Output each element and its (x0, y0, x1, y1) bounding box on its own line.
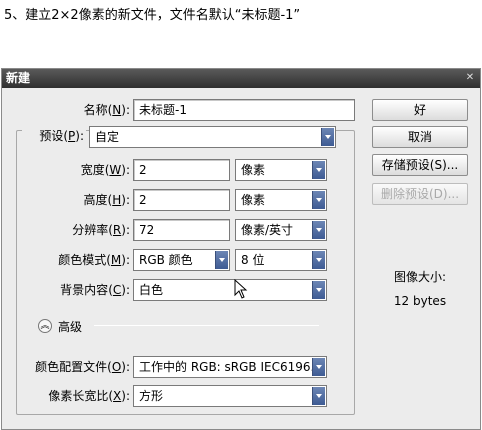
preset-label: 预设(P): (22, 126, 86, 146)
color-profile-key: O (111, 360, 122, 374)
close-icon[interactable]: ✕ (464, 72, 476, 84)
chevron-down-icon (312, 191, 325, 209)
width-input[interactable]: 2 (133, 159, 230, 181)
name-key: N (112, 103, 122, 117)
background-select[interactable]: 白色 (133, 279, 327, 301)
pixel-aspect-select[interactable]: 方形 (133, 385, 327, 407)
background-value: 白色 (139, 283, 164, 297)
color-mode-label: 颜色模式(M): (58, 253, 130, 267)
preset-value: 自定 (95, 130, 120, 144)
dialog-title: 新建 (6, 71, 31, 85)
background-key: C (112, 283, 122, 297)
save-preset-button[interactable]: 存储预设(S)... (372, 154, 468, 176)
collapse-icon[interactable]: ︽ (38, 319, 52, 333)
mouse-cursor-icon (234, 279, 248, 299)
color-mode-key: M (110, 253, 122, 267)
new-document-dialog: 新建 ✕ 名称(N): 未标题-1 预设(P): 自定 宽度(W): 2 像素 … (1, 68, 481, 430)
width-unit-select[interactable]: 像素 (235, 159, 327, 181)
color-mode-select[interactable]: RGB 颜色 (133, 249, 230, 271)
chevron-down-icon (215, 251, 228, 269)
height-label-text: 高度 (83, 193, 108, 207)
advanced-label[interactable]: 高级 (58, 317, 92, 337)
chevron-down-icon (321, 128, 334, 146)
resolution-key: R (112, 223, 122, 237)
resolution-unit-select[interactable]: 像素/英寸 (235, 219, 327, 241)
pixel-aspect-key: X (113, 389, 122, 403)
chevron-down-icon (312, 251, 325, 269)
cancel-button[interactable]: 取消 (372, 126, 468, 148)
width-key: W (109, 163, 122, 177)
pixel-aspect-value: 方形 (139, 389, 164, 403)
resolution-unit-value: 像素/英寸 (241, 223, 294, 237)
color-profile-select[interactable]: 工作中的 RGB: sRGB IEC6196... (133, 356, 327, 378)
preset-label-text: 预设 (39, 129, 64, 143)
pixel-aspect-label-text: 像素长宽比 (48, 389, 109, 403)
color-mode-label-text: 颜色模式 (58, 253, 107, 267)
chevron-down-icon (312, 161, 325, 179)
chevron-down-icon (312, 387, 325, 405)
chevron-down-icon (312, 281, 325, 299)
image-size-value: 12 bytes (393, 294, 447, 308)
background-label-text: 背景内容 (60, 283, 109, 297)
color-profile-label-text: 颜色配置文件 (35, 360, 108, 374)
color-profile-label: 颜色配置文件(O): (35, 360, 130, 374)
chevron-down-icon (312, 358, 325, 376)
width-label-text: 宽度 (80, 163, 105, 177)
height-unit-select[interactable]: 像素 (235, 189, 327, 211)
bit-depth-value: 8 位 (241, 253, 265, 267)
width-unit-value: 像素 (241, 163, 266, 177)
ok-button[interactable]: 好 (372, 99, 468, 121)
resolution-label: 分辨率(R): (72, 223, 130, 237)
pixel-aspect-label: 像素长宽比(X): (48, 389, 130, 403)
preset-key: P (68, 129, 76, 143)
name-label-text: 名称 (83, 103, 108, 117)
height-label: 高度(H): (83, 193, 130, 207)
delete-preset-button: 删除预设(D)... (372, 183, 468, 205)
resolution-input[interactable]: 72 (133, 219, 230, 241)
width-label: 宽度(W): (80, 163, 130, 177)
image-size-label: 图像大小: (393, 270, 447, 284)
name-input[interactable]: 未标题-1 (133, 99, 355, 121)
preset-select[interactable]: 自定 (89, 126, 336, 148)
resolution-label-text: 分辨率 (72, 223, 109, 237)
background-label: 背景内容(C): (60, 283, 130, 297)
height-key: H (112, 193, 122, 207)
height-input[interactable]: 2 (133, 189, 230, 211)
name-label: 名称(N): (83, 103, 130, 117)
height-unit-value: 像素 (241, 193, 266, 207)
dialog-titlebar: 新建 ✕ (2, 69, 480, 88)
bit-depth-select[interactable]: 8 位 (235, 249, 327, 271)
page-caption: 5、建立2×2像素的新文件，文件名默认“未标题-1” (4, 8, 301, 23)
chevron-down-icon (312, 221, 325, 239)
color-mode-value: RGB 颜色 (139, 253, 193, 267)
advanced-divider (94, 325, 319, 326)
color-profile-value: 工作中的 RGB: sRGB IEC6196... (139, 360, 322, 374)
